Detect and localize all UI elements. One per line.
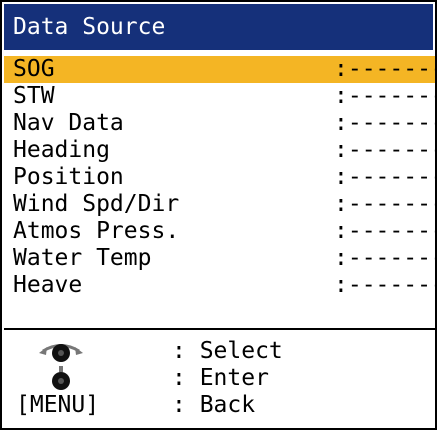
menu-item-value: :------- xyxy=(334,191,437,217)
legend-back-text: : Back xyxy=(172,392,256,418)
menu-item-water-temp[interactable]: Water Temp :------- xyxy=(4,245,437,272)
menu-item-label: Heading xyxy=(13,137,110,163)
menu-key-label: [MENU] xyxy=(16,392,100,418)
menu-item-label: STW xyxy=(13,83,55,109)
menu-item-heave[interactable]: Heave :------- xyxy=(4,272,437,299)
menu-item-label: Heave xyxy=(13,272,83,298)
menu-item-wind-spd-dir[interactable]: Wind Spd/Dir :------- xyxy=(4,191,437,218)
menu-item-value: :------- xyxy=(334,272,437,298)
rotary-knob-turn-icon xyxy=(36,338,86,365)
menu-item-value: :------- xyxy=(334,56,437,82)
menu-item-label: Atmos Press. xyxy=(13,218,180,244)
legend-row-back: [MENU] : Back xyxy=(2,392,437,419)
menu-item-label: Wind Spd/Dir xyxy=(13,191,180,217)
divider xyxy=(4,328,435,330)
menu-item-nav-data[interactable]: Nav Data :------- xyxy=(4,110,437,137)
menu-item-stw[interactable]: STW :------- xyxy=(4,83,437,110)
menu-item-value: :------- xyxy=(334,110,437,136)
page-title: Data Source xyxy=(4,4,433,50)
data-source-panel: Data Source SOG :------- STW :------- Na… xyxy=(0,0,437,430)
key-legend: : Select : Enter [MENU] : Back xyxy=(2,338,437,419)
menu-item-atmos-press[interactable]: Atmos Press. :------- xyxy=(4,218,437,245)
legend-row-enter: : Enter xyxy=(2,365,437,392)
data-source-menu: SOG :------- STW :------- Nav Data :----… xyxy=(4,56,437,299)
menu-item-value: :------- xyxy=(334,164,437,190)
menu-item-label: SOG xyxy=(13,56,55,82)
menu-item-heading[interactable]: Heading :------- xyxy=(4,137,437,164)
menu-item-value: :------- xyxy=(334,83,437,109)
rotary-knob-push-icon xyxy=(36,365,86,392)
menu-item-position[interactable]: Position :------- xyxy=(4,164,437,191)
menu-item-value: :------- xyxy=(334,218,437,244)
menu-item-label: Position xyxy=(13,164,124,190)
menu-item-value: :------- xyxy=(334,137,437,163)
legend-enter-text: : Enter xyxy=(172,365,269,391)
menu-item-label: Nav Data xyxy=(13,110,124,136)
legend-row-select: : Select xyxy=(2,338,437,365)
menu-item-sog[interactable]: SOG :------- xyxy=(4,56,437,83)
menu-item-value: :------- xyxy=(334,245,437,271)
legend-select-text: : Select xyxy=(172,338,283,364)
menu-item-label: Water Temp xyxy=(13,245,152,271)
